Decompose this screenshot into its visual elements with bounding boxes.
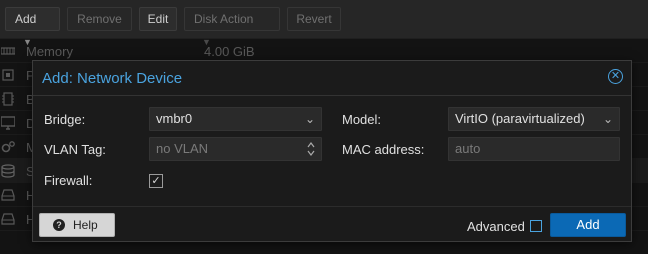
mac-address-input[interactable]: auto [448, 137, 620, 161]
vlan-tag-label: VLAN Tag: [44, 142, 106, 157]
remove-button[interactable]: Remove [67, 7, 132, 31]
add-network-device-dialog: Add: Network Device ✕ Bridge: vmbr0 ⌄ Mo… [32, 60, 632, 242]
chevron-down-icon: ⌄ [602, 112, 613, 126]
help-button[interactable]: ? Help [39, 213, 115, 237]
disk-action-label: Disk Action [194, 12, 254, 26]
chevron-down-icon: ⌄ [304, 112, 315, 126]
bridge-label: Bridge: [44, 112, 86, 127]
model-label: Model: [342, 112, 382, 127]
dialog-title: Add: Network Device [42, 70, 183, 87]
add-menu-label: Add [15, 12, 37, 26]
help-button-label: Help [73, 218, 98, 232]
add-menu-button[interactable]: Add▼ [5, 7, 60, 47]
firewall-checkbox[interactable]: ✓ [149, 174, 163, 188]
mac-address-label: MAC address: [342, 142, 425, 157]
vlan-tag-placeholder: no VLAN [156, 141, 209, 156]
spinner-icon[interactable] [307, 141, 315, 157]
mac-address-placeholder: auto [455, 141, 481, 156]
advanced-checkbox[interactable] [530, 220, 542, 232]
bridge-select[interactable]: vmbr0 ⌄ [149, 107, 322, 131]
add-button[interactable]: Add [550, 213, 626, 237]
close-icon[interactable]: ✕ [608, 69, 623, 84]
revert-button[interactable]: Revert [287, 7, 341, 31]
dialog-header: Add: Network Device ✕ [33, 61, 631, 96]
model-value: VirtIO (paravirtualized) [455, 111, 585, 126]
edit-button[interactable]: Edit [139, 7, 177, 31]
vlan-tag-input[interactable]: no VLAN [149, 137, 322, 161]
toolbar: Add▼ Remove Edit Disk Action▼ Revert [0, 0, 648, 47]
model-select[interactable]: VirtIO (paravirtualized) ⌄ [448, 107, 620, 131]
bridge-value: vmbr0 [156, 111, 193, 126]
firewall-label: Firewall: [44, 173, 93, 188]
disk-action-button[interactable]: Disk Action▼ [184, 7, 280, 47]
dialog-footer: ? Help Advanced Add [33, 206, 631, 242]
question-icon: ? [53, 219, 65, 231]
advanced-label: Advanced [467, 219, 525, 234]
